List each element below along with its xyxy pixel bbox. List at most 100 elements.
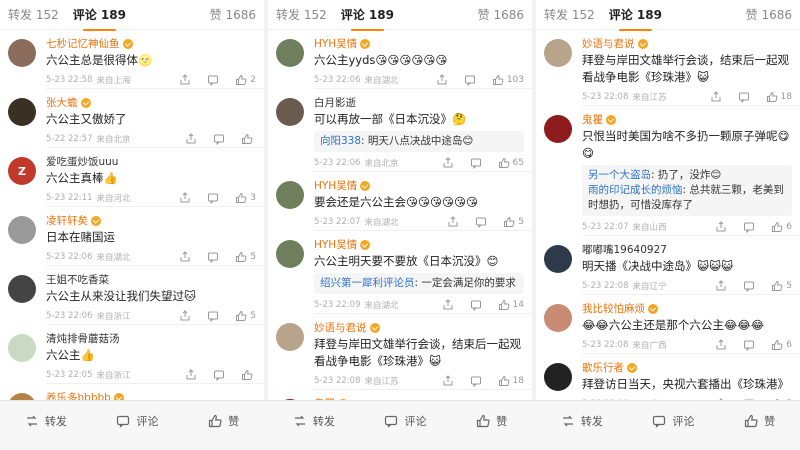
like-button[interactable]: 18	[766, 91, 792, 103]
like-button[interactable]: 5	[771, 280, 792, 292]
like-button[interactable]: 5	[235, 310, 256, 322]
reply-preview[interactable]: 绍兴第一犀利评论员: 一定会满足你的要求	[314, 273, 524, 294]
like-button[interactable]	[241, 369, 256, 381]
reply-button[interactable]	[207, 192, 219, 204]
tab-repost[interactable]: 转发 152	[544, 6, 595, 23]
reply-button[interactable]	[213, 133, 225, 145]
avatar[interactable]: Z	[8, 157, 36, 185]
username[interactable]: 清炖排骨蘑菇汤	[46, 332, 120, 346]
avatar[interactable]	[276, 98, 304, 126]
share-button[interactable]	[442, 375, 454, 387]
username[interactable]: 妙语与君说	[314, 321, 367, 335]
username[interactable]: 鬼瞿	[582, 113, 603, 127]
avatar[interactable]	[544, 39, 572, 67]
share-button[interactable]	[179, 251, 191, 263]
repost-button[interactable]: 转发	[293, 413, 335, 429]
username[interactable]: 嘟嘟嘴19640927	[582, 243, 667, 257]
reply-username[interactable]: 另一个大盗岛	[588, 169, 651, 181]
avatar[interactable]	[544, 304, 572, 332]
username[interactable]: HYH吴情	[314, 37, 357, 51]
username[interactable]: 歌乐行者	[582, 361, 624, 375]
reply-preview[interactable]: 向阳338: 明天八点决战中途岛😊	[314, 131, 524, 152]
reply-button[interactable]	[207, 251, 219, 263]
tab-like[interactable]: 赞 1686	[478, 6, 524, 23]
like-button[interactable]: 3	[235, 192, 256, 204]
tab-like[interactable]: 赞 1686	[746, 6, 792, 23]
share-button[interactable]	[715, 339, 727, 351]
tab-like[interactable]: 赞 1686	[210, 6, 256, 23]
like-button[interactable]: 65	[498, 157, 524, 169]
reply-username[interactable]: 向阳338	[320, 135, 361, 147]
reply-button[interactable]	[743, 280, 755, 292]
username[interactable]: 凌轩轩矣	[46, 214, 88, 228]
reply-button[interactable]	[470, 299, 482, 311]
username[interactable]: 妙语与君说	[582, 37, 635, 51]
tab-comment[interactable]: 评论 189	[341, 6, 394, 31]
avatar[interactable]	[8, 275, 36, 303]
like-button[interactable]: 5	[503, 216, 524, 228]
like-button[interactable]: 6	[771, 339, 792, 351]
tab-repost[interactable]: 转发 152	[276, 6, 327, 23]
like-button[interactable]: 赞	[744, 413, 775, 429]
reply-button[interactable]	[738, 91, 750, 103]
share-button[interactable]	[185, 369, 197, 381]
like-button[interactable]: 6	[771, 221, 792, 233]
reply-button[interactable]	[475, 216, 487, 228]
share-button[interactable]	[710, 91, 722, 103]
avatar[interactable]	[544, 245, 572, 273]
username[interactable]: 张大蟾	[46, 96, 78, 110]
avatar[interactable]	[276, 39, 304, 67]
reply-button[interactable]	[470, 157, 482, 169]
like-button[interactable]: 103	[492, 74, 524, 86]
share-button[interactable]	[715, 221, 727, 233]
avatar[interactable]	[544, 115, 572, 143]
like-button[interactable]: 赞	[476, 413, 507, 429]
avatar[interactable]	[8, 393, 36, 400]
repost-button[interactable]: 转发	[561, 413, 603, 429]
comment-button[interactable]: 评论	[652, 413, 694, 429]
reply-username[interactable]: 绍兴第一犀利评论员	[320, 277, 415, 289]
username[interactable]: 爱吃蛋炒饭uuu	[46, 155, 118, 169]
avatar[interactable]	[8, 334, 36, 362]
share-button[interactable]	[436, 74, 448, 86]
repost-button[interactable]: 转发	[25, 413, 67, 429]
reply-username[interactable]: 雨的印记成长的烦恼	[588, 184, 683, 196]
like-button[interactable]: 14	[498, 299, 524, 311]
share-button[interactable]	[442, 157, 454, 169]
like-button[interactable]: 18	[498, 375, 524, 387]
avatar[interactable]	[276, 323, 304, 351]
tab-comment[interactable]: 评论 189	[73, 6, 126, 31]
username[interactable]: 我比较怕麻烦	[582, 302, 645, 316]
like-button[interactable]	[241, 133, 256, 145]
reply-button[interactable]	[464, 74, 476, 86]
username[interactable]: 七秒记忆神仙鱼	[46, 37, 120, 51]
share-button[interactable]	[185, 133, 197, 145]
avatar[interactable]	[8, 39, 36, 67]
reply-button[interactable]	[743, 221, 755, 233]
comment-button[interactable]: 评论	[384, 413, 426, 429]
avatar[interactable]	[276, 181, 304, 209]
avatar[interactable]	[544, 363, 572, 391]
reply-button[interactable]	[743, 339, 755, 351]
username[interactable]: HYH吴情	[314, 238, 357, 252]
reply-button[interactable]	[207, 310, 219, 322]
tab-repost[interactable]: 转发 152	[8, 6, 59, 23]
share-button[interactable]	[179, 192, 191, 204]
share-button[interactable]	[179, 310, 191, 322]
reply-button[interactable]	[207, 74, 219, 86]
share-button[interactable]	[442, 299, 454, 311]
avatar[interactable]	[8, 216, 36, 244]
reply-preview[interactable]: 另一个大盗岛: 扔了，没炸😊 雨的印记成长的烦恼: 总共就三颗，老美到时想扔，可惜…	[582, 165, 792, 216]
username[interactable]: 白月影逝	[314, 96, 356, 110]
username[interactable]: 王姐不吃香菜	[46, 273, 109, 287]
reply-button[interactable]	[470, 375, 482, 387]
share-button[interactable]	[447, 216, 459, 228]
tab-comment[interactable]: 评论 189	[609, 6, 662, 31]
share-button[interactable]	[715, 280, 727, 292]
like-button[interactable]: 赞	[208, 413, 239, 429]
like-button[interactable]: 5	[235, 251, 256, 263]
comment-button[interactable]: 评论	[116, 413, 158, 429]
username[interactable]: 养乐多bbbbb	[46, 391, 111, 400]
username[interactable]: HYH吴情	[314, 179, 357, 193]
like-button[interactable]: 2	[235, 74, 256, 86]
